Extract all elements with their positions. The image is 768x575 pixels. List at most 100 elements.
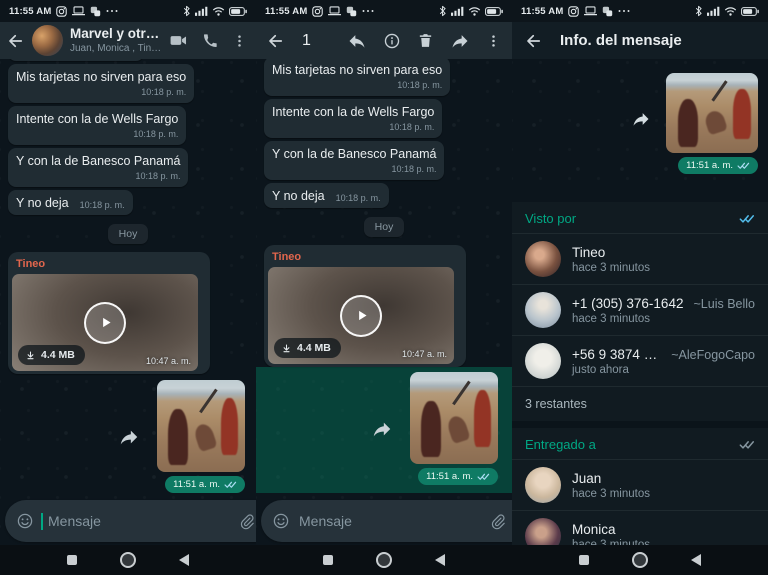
message-text: Y no deja <box>16 195 69 210</box>
video-thumbnail[interactable] <box>157 380 245 472</box>
status-time: 11:55 AM <box>521 5 564 17</box>
message-info-screen: 11:55 AM Info. del mensaje 11:51 a. m. V… <box>512 0 768 575</box>
recents-icon[interactable] <box>579 555 589 565</box>
android-back-icon[interactable] <box>691 554 701 566</box>
list-item[interactable]: Juan hace 3 minutos <box>512 459 768 510</box>
recents-icon[interactable] <box>67 555 77 565</box>
message-bubble[interactable]: Mis tarjetas no sirven para eso 10:18 p.… <box>8 63 195 103</box>
message-bubble[interactable]: Y con la de Banesco Panamá 10:18 p. m. <box>264 140 445 180</box>
android-back-icon[interactable] <box>435 554 445 566</box>
instagram-notification-icon <box>312 6 323 17</box>
selection-toolbar: 1 <box>256 22 512 59</box>
wifi-icon <box>212 6 225 16</box>
message-time: 11:51 a. m. <box>173 479 220 490</box>
back-arrow-icon[interactable] <box>267 32 285 50</box>
contact-name: +56 9 3874 77... <box>572 346 664 362</box>
outgoing-video-message[interactable]: 11:51 a. m. <box>666 73 758 174</box>
emoji-icon[interactable] <box>272 512 290 530</box>
forward-icon[interactable] <box>371 418 393 440</box>
outgoing-video-message: 11:51 a. m. <box>264 372 501 485</box>
back-arrow-icon[interactable] <box>7 32 25 50</box>
remaining-count[interactable]: 3 restantes <box>512 386 768 421</box>
video-call-icon[interactable] <box>169 31 188 50</box>
download-size-pill[interactable]: 4.4 MB <box>18 345 85 365</box>
message-bubble[interactable]: Y no deja 10:18 p. m. <box>8 189 133 215</box>
incoming-video-message[interactable]: Tineo 4.4 MB 10:47 a. m. <box>8 252 210 374</box>
list-item[interactable]: Tineo hace 3 minutos <box>512 233 768 284</box>
message-bubble[interactable]: Tineo No mi pana10:18 p. m. <box>8 59 144 61</box>
status-bar: 11:55 AM <box>256 0 512 22</box>
download-size-pill[interactable]: 4.4 MB <box>274 338 341 358</box>
push-name: ~AleFogoCapo <box>671 347 755 362</box>
forward-icon[interactable] <box>118 426 140 448</box>
avatar[interactable] <box>525 241 561 277</box>
menu-icon[interactable] <box>232 33 247 49</box>
home-icon[interactable] <box>120 552 136 568</box>
voice-call-icon[interactable] <box>202 33 218 49</box>
home-icon[interactable] <box>632 552 648 568</box>
chat-title-block[interactable]: Marvel y otros V... Juan, Monica , Tineo… <box>70 26 162 55</box>
incoming-video-message[interactable]: Tineo 4.4 MB 10:47 a. m. <box>264 245 466 367</box>
chat-title: Marvel y otros V... <box>70 26 162 42</box>
thumbnail-figure <box>199 388 218 414</box>
emoji-icon[interactable] <box>16 512 34 530</box>
read-check-icon <box>739 213 755 224</box>
forward-icon[interactable] <box>450 31 470 51</box>
video-thumbnail[interactable]: 4.4 MB 10:47 a. m. <box>12 274 198 371</box>
thumbnail-figure <box>221 398 238 456</box>
message-input[interactable] <box>46 512 231 530</box>
chat-participants: Juan, Monica , Tineo, +1 ... <box>70 42 162 54</box>
back-arrow-icon[interactable] <box>525 32 543 50</box>
section-divider <box>512 421 768 428</box>
attach-icon[interactable] <box>489 513 506 530</box>
info-icon[interactable] <box>383 32 401 50</box>
message-bubble[interactable]: Intente con la de Wells Fargo 10:18 p. m… <box>8 105 187 145</box>
message-input[interactable] <box>297 512 482 530</box>
forward-icon[interactable] <box>631 109 651 129</box>
play-icon[interactable] <box>340 294 382 337</box>
message-time-pill: 11:51 a. m. <box>678 157 758 174</box>
group-avatar[interactable] <box>32 25 63 56</box>
message-bubble[interactable]: Y no deja 10:18 p. m. <box>264 182 389 208</box>
thumbnail-figure <box>192 421 218 453</box>
battery-icon <box>485 7 503 16</box>
delete-icon[interactable] <box>417 32 434 49</box>
receipt-time: hace 3 minutos <box>572 261 650 274</box>
message-bubble[interactable]: Intente con la de Wells Fargo 10:18 p. m… <box>264 98 443 138</box>
menu-icon[interactable] <box>486 33 501 49</box>
message-bubble[interactable]: Y con la de Banesco Panamá 10:18 p. m. <box>8 147 189 187</box>
floating-window-icon <box>346 6 357 17</box>
list-item[interactable]: +1 (305) 376-1642 ~Luis Bello hace 3 min… <box>512 284 768 335</box>
input-pill[interactable] <box>5 500 256 542</box>
home-icon[interactable] <box>376 552 392 568</box>
wifi-icon <box>468 6 481 16</box>
message-time: 10:18 p. m. <box>335 192 381 203</box>
date-chip: Hoy <box>107 224 149 244</box>
laptop-notification-icon <box>584 6 597 16</box>
selected-message-highlight[interactable]: 11:51 a. m. <box>256 367 512 493</box>
message-time: 11:51 a. m. <box>686 160 733 171</box>
push-name: ~Luis Bello <box>693 296 756 311</box>
list-item[interactable]: +56 9 3874 77... ~AleFogoCapo justo ahor… <box>512 335 768 386</box>
whatsapp-tutorial-composite: 11:55 AM Marvel y otros V... Juan, Monic… <box>0 0 768 575</box>
video-thumbnail[interactable]: 4.4 MB 10:47 a. m. <box>268 267 454 364</box>
bluetooth-icon <box>694 5 703 17</box>
avatar[interactable] <box>525 467 561 503</box>
video-thumbnail[interactable] <box>666 73 758 153</box>
message-bubble[interactable]: Mis tarjetas no sirven para eso 10:18 p.… <box>264 59 451 96</box>
section-title: Entregado a <box>525 437 596 452</box>
attach-icon[interactable] <box>238 513 255 530</box>
avatar[interactable] <box>525 343 561 379</box>
chat-screen: 11:55 AM Marvel y otros V... Juan, Monic… <box>0 0 256 575</box>
android-back-icon[interactable] <box>179 554 189 566</box>
status-bar: 11:55 AM <box>512 0 768 22</box>
reply-icon[interactable] <box>347 31 367 51</box>
message-input-bar <box>256 499 512 543</box>
play-icon[interactable] <box>84 301 126 344</box>
avatar[interactable] <box>525 292 561 328</box>
video-thumbnail[interactable] <box>410 372 498 464</box>
message-text: Y con la de Banesco Panamá <box>272 146 437 161</box>
recents-icon[interactable] <box>323 555 333 565</box>
download-icon <box>25 350 36 361</box>
input-pill[interactable] <box>261 500 512 542</box>
